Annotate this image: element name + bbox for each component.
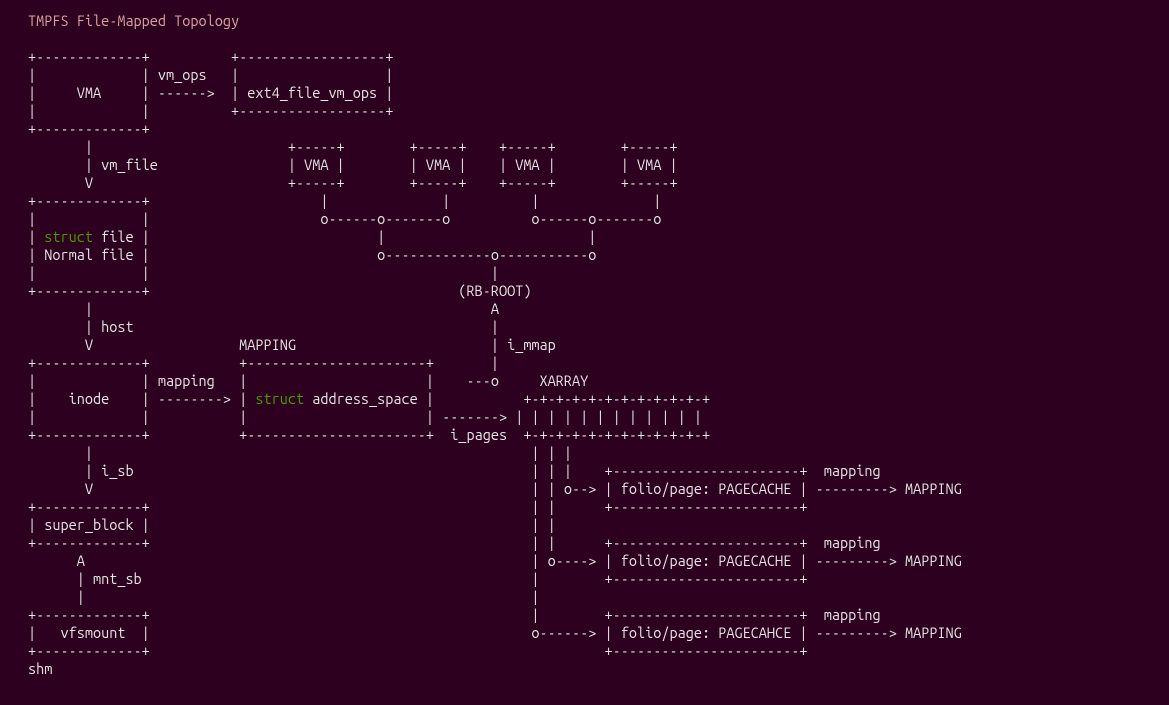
diagram-line: +-------------+ +-----------------------… [28,642,808,659]
diagram-line: +-------------+ +----------------------+… [28,426,710,443]
diagram-line: +-------------+ +----------------------+… [28,354,499,371]
diagram-line: | vfsmount | o------> | folio/page: PAGE… [28,624,962,641]
diagram-line: | inode | --------> | [28,390,255,407]
diagram-line: | | | | [28,444,572,461]
diagram-line: | | mapping | | ---o XARRAY [28,372,588,389]
diagram-line: | mnt_sb | +-----------------------+ [28,570,808,587]
diagram-line: | | [28,588,540,605]
diagram-line: | VMA | ------> | ext4_file_vm_ops | [28,84,393,101]
diagram-line: | | | | -------> | | | | | | | | | | | | [28,408,702,425]
diagram-line: | super_block | | | [28,516,556,533]
struct-keyword: struct [255,390,304,407]
diagram-line: V | | o--> | folio/page: PAGECACHE | ---… [28,480,962,497]
diagram-line: | i_sb | | | +-----------------------+ m… [28,462,881,479]
diagram-line: +-------------+ | | | | [28,192,661,209]
diagram-line: | | +------------------+ [28,102,393,119]
diagram-line: | host | [28,318,499,335]
diagram-title: TMPFS File-Mapped Topology [28,12,1141,48]
diagram-line: | +-----+ +-----+ +-----+ +-----+ [28,138,678,155]
diagram-line: +-------------+ | +---------------------… [28,606,881,623]
diagram-line: | | vm_ops | | [28,66,393,83]
diagram-line: shm [28,660,52,677]
diagram-line: +-------------+ | | +-------------------… [28,498,808,515]
diagram-line: V +-----+ +-----+ +-----+ +-----+ [28,174,678,191]
diagram-line: +-------------+ | | +-------------------… [28,534,881,551]
diagram-line: | | | [28,264,499,281]
diagram-line: +-------------+ +------------------+ [28,48,393,65]
diagram-line: +-------------+ (RB-ROOT) [28,282,531,299]
diagram-line: file | | | [93,228,596,245]
diagram-line: V MAPPING | i_mmap [28,336,556,353]
diagram-line: A | o----> | folio/page: PAGECACHE | ---… [28,552,962,569]
struct-keyword: struct [44,228,93,245]
ascii-diagram-body: +-------------+ +------------------+ | |… [28,48,1141,678]
diagram-container: TMPFS File-Mapped Topology +------------… [0,0,1169,690]
diagram-line: | A [28,300,499,317]
diagram-line: | Normal file | o-------------o---------… [28,246,596,263]
diagram-line: address_space | +-+-+-+-+-+-+-+-+-+-+-+ [304,390,710,407]
diagram-line: | vm_file | VMA | | VMA | | VMA | | VMA … [28,156,678,173]
diagram-line: | | o------o-------o o------o-------o [28,210,661,227]
diagram-line: +-------------+ [28,120,150,137]
